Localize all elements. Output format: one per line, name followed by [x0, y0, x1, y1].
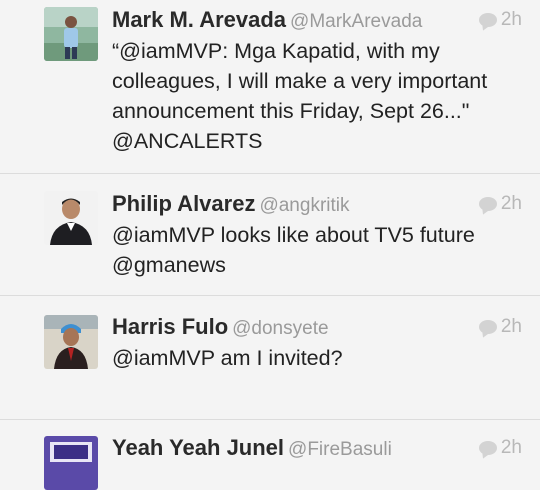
tweet-header: Harris Fulo @donsyete	[112, 314, 524, 340]
tweet-text: @iamMVP am I invited?	[112, 346, 343, 370]
tweet-header: Philip Alvarez @angkritik	[112, 191, 524, 217]
user-name[interactable]: Yeah Yeah Junel	[112, 435, 284, 460]
reply-bubble-icon	[478, 197, 497, 211]
user-handle[interactable]: @angkritik	[259, 195, 349, 216]
timestamp: 2h	[500, 316, 522, 337]
timestamp: 2h	[500, 9, 522, 30]
tweet-header: Mark M. Arevada @MarkArevada	[112, 7, 524, 33]
avatar[interactable]	[44, 191, 98, 245]
reply-bubble-icon	[478, 441, 497, 455]
tweet-text: @iamMVP looks like about TV5 future @gma…	[112, 223, 475, 277]
avatar[interactable]	[44, 7, 98, 61]
reply-bubble-icon	[478, 320, 497, 334]
tweet-item[interactable]: Harris Fulo @donsyete 2h @iamMVP am I inv…	[0, 296, 540, 420]
avatar[interactable]	[44, 436, 98, 490]
user-name[interactable]: Mark M. Arevada	[112, 7, 286, 32]
tweet-item[interactable]: Mark M. Arevada @MarkArevada 2h “@iamMVP:…	[0, 0, 540, 174]
reply-bubble-icon	[478, 13, 497, 27]
user-handle[interactable]: @donsyete	[232, 318, 328, 339]
tweet-meta: 2h	[478, 316, 522, 338]
user-name[interactable]: Harris Fulo	[112, 314, 228, 339]
tweet-meta: 2h	[478, 193, 522, 215]
user-name[interactable]: Philip Alvarez	[112, 191, 255, 216]
user-handle[interactable]: @MarkArevada	[290, 11, 422, 32]
tweet-text: “@iamMVP: Mga Kapatid, with my colleague…	[112, 39, 488, 153]
timestamp: 2h	[500, 193, 522, 214]
tweet-item[interactable]: Philip Alvarez @angkritik 2h @iamMVP look…	[0, 174, 540, 296]
tweet-meta: 2h	[478, 437, 522, 459]
timestamp: 2h	[500, 437, 522, 458]
avatar[interactable]	[44, 315, 98, 369]
tweet-header: Yeah Yeah Junel @FireBasuli	[112, 435, 524, 461]
tweet-item[interactable]: Yeah Yeah Junel @FireBasuli 2h	[0, 420, 540, 490]
tweet-meta: 2h	[478, 9, 522, 31]
